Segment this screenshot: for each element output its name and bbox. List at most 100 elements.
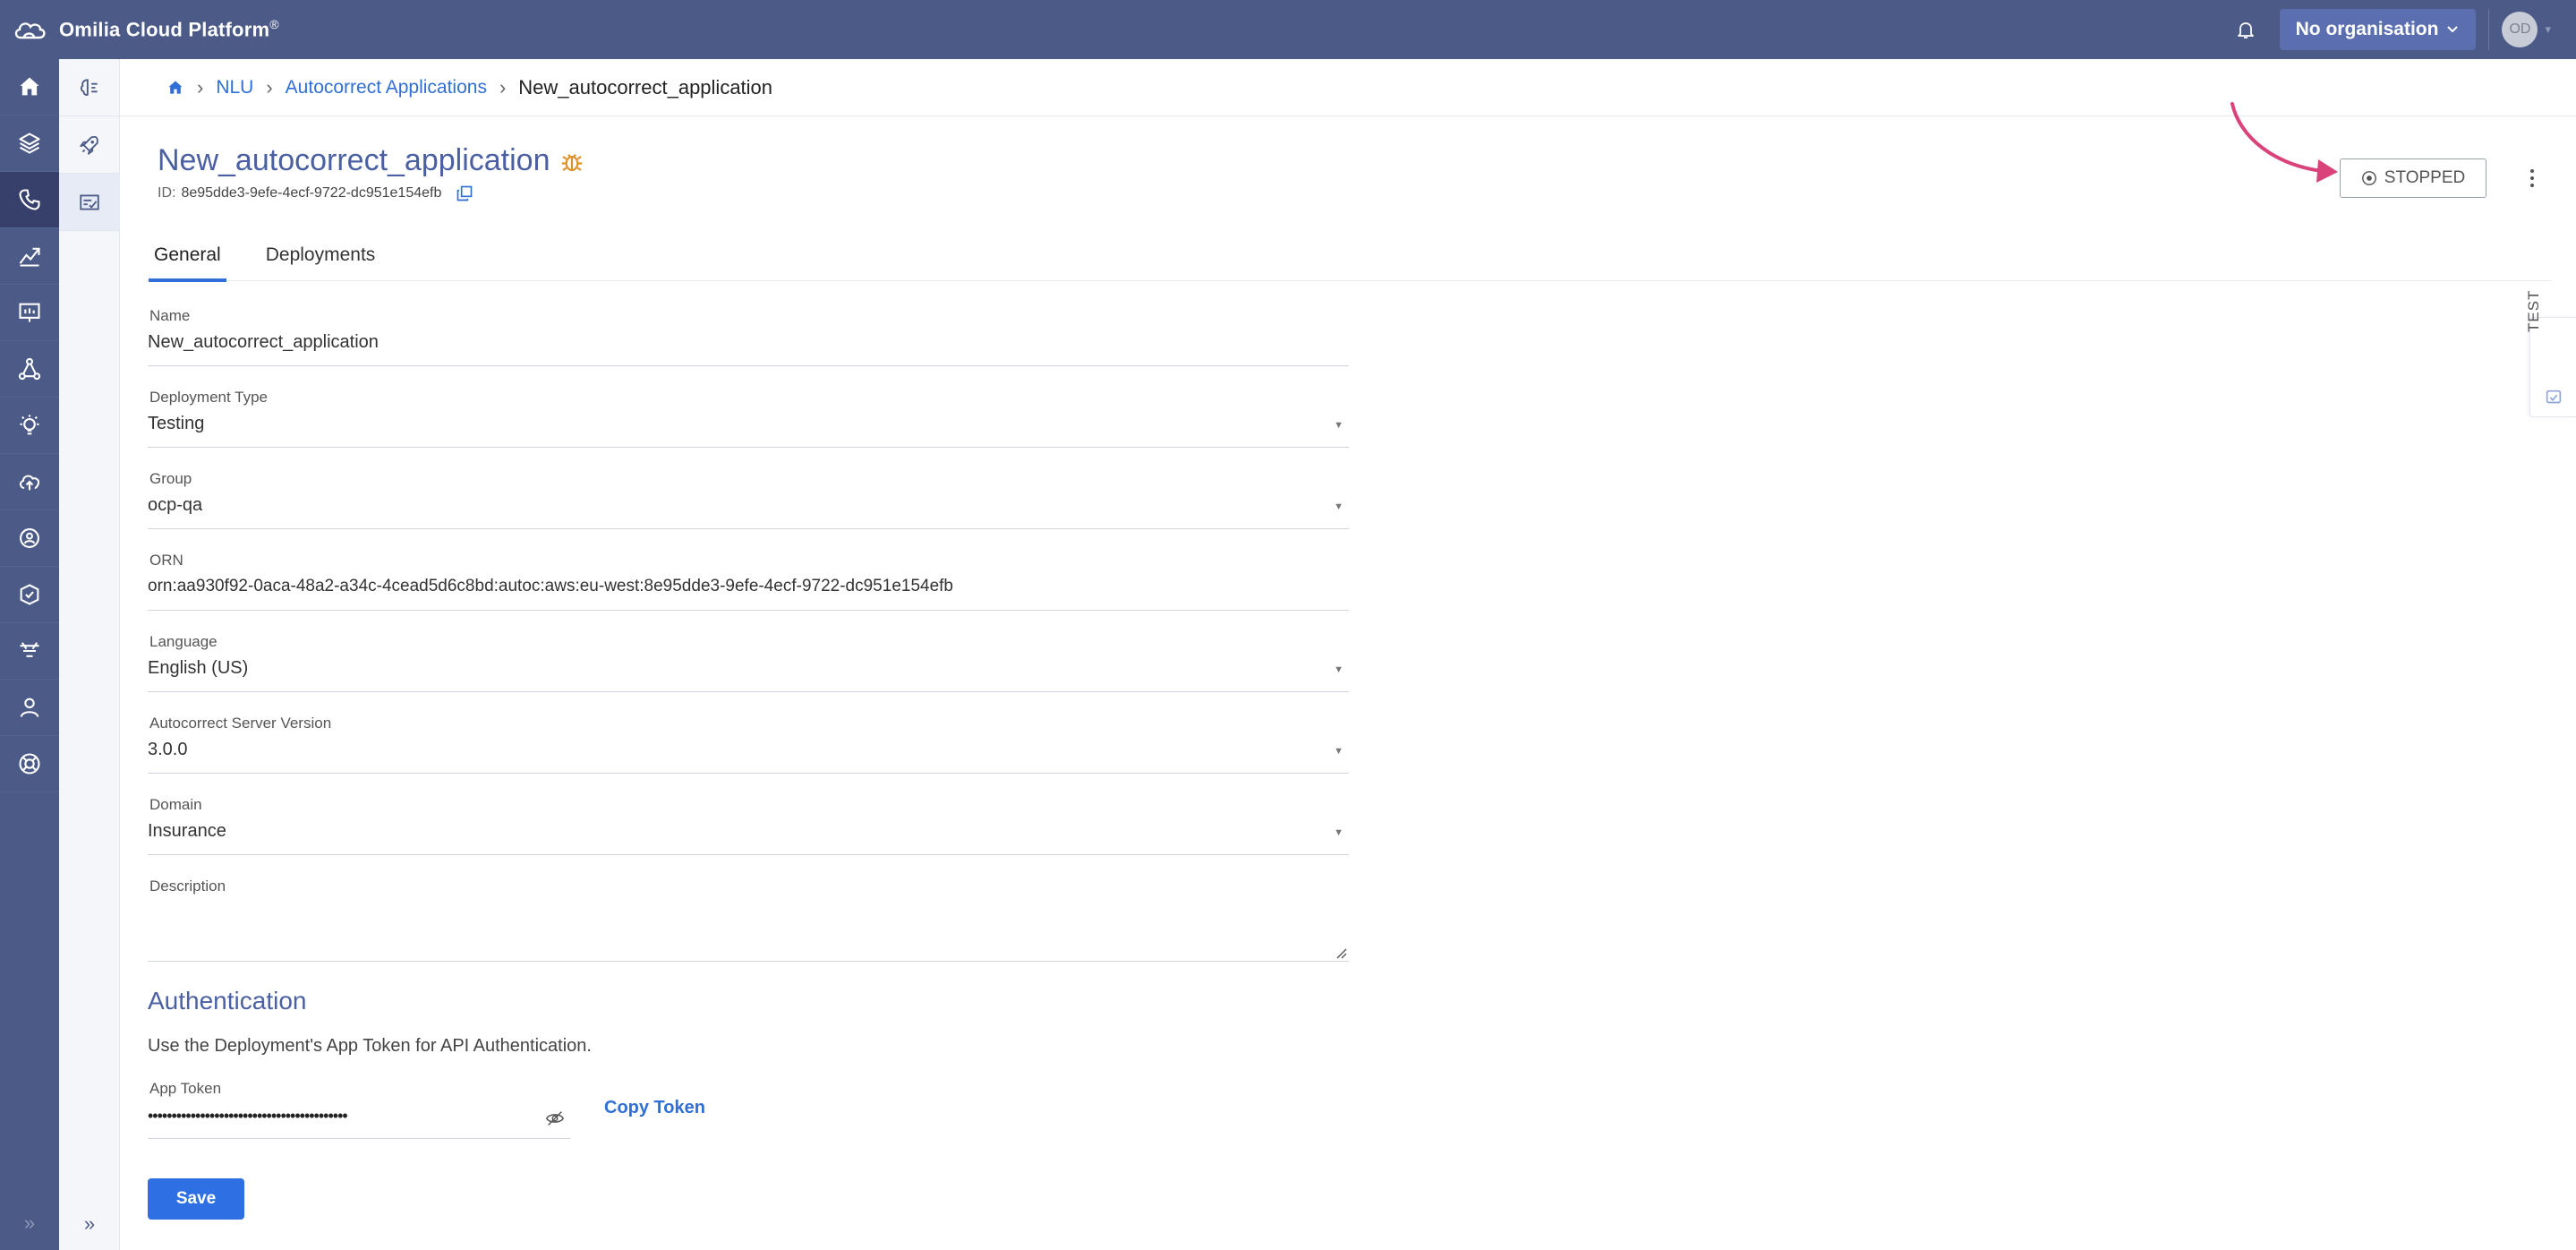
nav-people-settings[interactable]	[0, 510, 59, 567]
chevron-right-icon: ›	[499, 75, 507, 98]
authentication-title: Authentication	[148, 987, 307, 1015]
copy-icon[interactable]	[456, 184, 473, 202]
brand[interactable]: Omilia Cloud Platform®	[13, 16, 279, 43]
page-header: New_autocorrect_application	[158, 143, 585, 178]
server-version-select[interactable]: Autocorrect Server Version 3.0.0 ▼	[148, 715, 1349, 774]
language-label: Language	[149, 633, 218, 650]
nav-home[interactable]	[0, 59, 59, 116]
stop-circle-icon	[2361, 171, 2376, 185]
name-input[interactable]: New_autocorrect_application	[148, 332, 1349, 355]
status-button[interactable]: STOPPED	[2340, 158, 2486, 198]
layers-icon	[19, 133, 40, 154]
nav-user[interactable]	[0, 680, 59, 736]
cloud-upload-icon	[20, 475, 40, 491]
expand-sidebar-icon[interactable]: »	[0, 1205, 59, 1241]
domain-value: Insurance	[148, 821, 226, 841]
chevron-right-icon: ›	[197, 75, 204, 98]
test-side-tab[interactable]: TEST	[2525, 290, 2576, 417]
gear-people-icon	[20, 528, 39, 548]
cloud-logo-icon	[14, 22, 46, 39]
main-sidebar: »	[0, 59, 59, 1250]
nav-phone[interactable]	[0, 172, 59, 228]
language-select[interactable]: Language English (US) ▼	[148, 633, 1349, 692]
top-bar: Omilia Cloud Platform® No organisation O…	[0, 0, 2576, 59]
tab-bar: General Deployments	[147, 229, 2551, 282]
app-token-field: App Token ••••••••••••••••••••••••••••••…	[148, 1080, 570, 1139]
presentation-icon	[19, 303, 40, 322]
language-value: English (US)	[148, 658, 249, 678]
deployment-type-value: Testing	[148, 414, 205, 433]
avatar[interactable]: OD	[2502, 12, 2538, 47]
expand-subnav-icon[interactable]: »	[59, 1211, 120, 1237]
spellcheck-icon	[80, 193, 99, 210]
caret-down-icon: ▼	[1334, 664, 1343, 675]
chevron-right-icon: ›	[266, 75, 273, 98]
app-token-value: ••••••••••••••••••••••••••••••••••••••••…	[148, 1107, 348, 1125]
nav-support[interactable]	[0, 736, 59, 792]
nav-cloud-upload[interactable]	[0, 454, 59, 510]
nav-lightbulb[interactable]	[0, 398, 59, 454]
id-label: ID:	[158, 185, 176, 201]
orn-value: orn:aa930f92-0aca-48a2-a34c-4cead5d6c8bd…	[148, 577, 953, 595]
nav-presentation[interactable]	[0, 285, 59, 341]
server-version-value: 3.0.0	[148, 740, 188, 759]
breadcrumb-autocorrect-applications[interactable]: Autocorrect Applications	[286, 77, 487, 98]
app-token-label: App Token	[149, 1080, 222, 1097]
caret-down-icon: ▼	[1334, 827, 1343, 838]
organisation-dropdown[interactable]: No organisation	[2279, 9, 2477, 50]
annotation-arrow	[2231, 102, 2338, 183]
rocket-icon	[80, 135, 98, 155]
divider	[2488, 9, 2490, 50]
deployment-type-select[interactable]: Deployment Type Testing ▼	[148, 389, 1349, 448]
orn-field: ORN orn:aa930f92-0aca-48a2-a34c-4cead5d6…	[148, 552, 1349, 611]
breadcrumb-current: New_autocorrect_application	[518, 75, 773, 98]
caret-down-icon: ▼	[1334, 420, 1343, 431]
nav-analytics[interactable]	[0, 228, 59, 285]
section-sidebar: »	[59, 59, 120, 1250]
tab-general[interactable]: General	[149, 229, 226, 282]
nav-filter[interactable]	[0, 623, 59, 680]
page-title: New_autocorrect_application	[158, 143, 550, 177]
network-icon	[18, 357, 41, 381]
domain-select[interactable]: Domain Insurance ▼	[148, 796, 1349, 855]
user-icon	[20, 698, 39, 717]
name-field[interactable]: Name New_autocorrect_application	[148, 307, 1349, 366]
app-id-row: ID: 8e95dde3-9efe-4ecf-9722-dc951e154efb	[158, 184, 473, 202]
group-label: Group	[149, 470, 192, 487]
eye-off-icon[interactable]	[545, 1109, 565, 1128]
home-icon	[20, 77, 39, 96]
avatar-caret-icon[interactable]: ▾	[2545, 22, 2551, 37]
tab-deployments[interactable]: Deployments	[264, 229, 378, 281]
copy-token-button[interactable]: Copy Token	[604, 1098, 705, 1118]
description-field[interactable]: Description	[148, 878, 1349, 962]
deployment-type-label: Deployment Type	[149, 389, 268, 406]
app-title: Omilia Cloud Platform	[59, 18, 270, 41]
subnav-autocorrect[interactable]	[59, 174, 120, 231]
analytics-icon	[19, 247, 40, 267]
lightbulb-icon	[20, 415, 39, 435]
group-value: ocp-qa	[148, 495, 203, 515]
registered-mark: ®	[269, 17, 279, 32]
nav-shield-settings[interactable]	[0, 567, 59, 623]
more-options-icon[interactable]	[2521, 165, 2544, 192]
shield-gear-icon	[20, 584, 39, 605]
filter-icon	[20, 642, 39, 657]
nav-layers[interactable]	[0, 116, 59, 172]
home-icon[interactable]	[166, 79, 184, 97]
description-textarea[interactable]	[148, 903, 1349, 926]
breadcrumb: › NLU › Autocorrect Applications › New_a…	[120, 59, 2576, 116]
status-label: STOPPED	[2384, 168, 2466, 187]
nav-network[interactable]	[0, 341, 59, 398]
orn-label: ORN	[149, 552, 183, 569]
subnav-nlu[interactable]	[59, 59, 120, 116]
save-button[interactable]: Save	[148, 1178, 244, 1220]
resize-handle-icon[interactable]	[1335, 946, 1347, 959]
subnav-deploy[interactable]	[59, 116, 120, 174]
breadcrumb-nlu[interactable]: NLU	[216, 77, 253, 98]
brain-icon	[81, 78, 98, 96]
phone-icon	[19, 189, 40, 210]
group-select[interactable]: Group ocp-qa ▼	[148, 470, 1349, 529]
test-label: TEST	[2525, 289, 2542, 332]
domain-label: Domain	[149, 796, 202, 813]
bell-icon[interactable]	[2233, 17, 2258, 42]
